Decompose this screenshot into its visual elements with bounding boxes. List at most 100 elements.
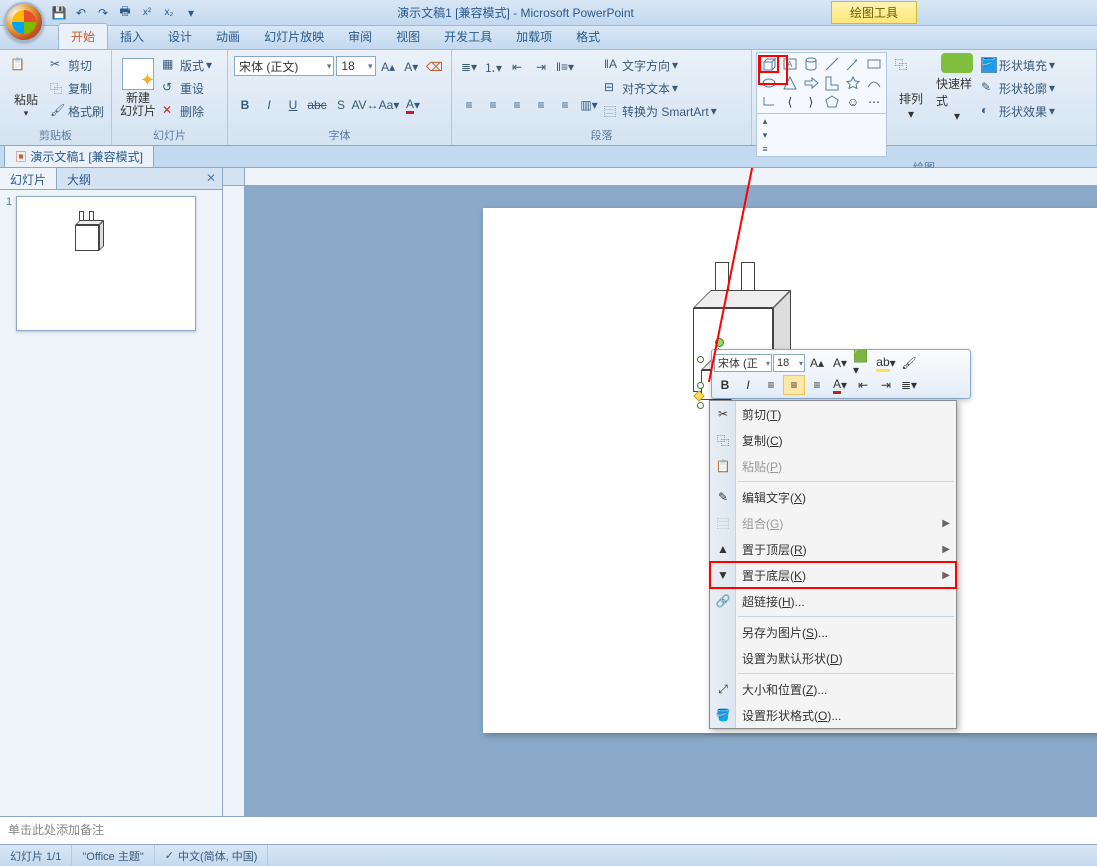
text-direction-button[interactable]: ‖A文字方向▾ bbox=[604, 54, 717, 76]
shape-lshape[interactable] bbox=[822, 74, 842, 92]
align-left-button[interactable]: ≡ bbox=[458, 94, 480, 116]
shapes-down[interactable]: ▾ bbox=[757, 128, 773, 142]
shape-star[interactable] bbox=[843, 74, 863, 92]
italic-button[interactable]: I bbox=[258, 94, 280, 116]
sel-handle-sw[interactable] bbox=[697, 402, 704, 409]
qat-sub[interactable]: x₂ bbox=[160, 4, 178, 22]
distribute-button[interactable]: ≡ bbox=[554, 94, 576, 116]
tab-format[interactable]: 格式 bbox=[564, 24, 612, 49]
qat-redo[interactable]: ↷ bbox=[94, 4, 112, 22]
delete-button[interactable]: ✕删除 bbox=[162, 100, 212, 122]
ctx-设置为默认形状[interactable]: 设置为默认形状(D) bbox=[710, 645, 956, 671]
mini-style[interactable]: 🟩▾ bbox=[852, 353, 874, 373]
bold-button[interactable]: B bbox=[234, 94, 256, 116]
qat-more[interactable]: ▾ bbox=[182, 4, 200, 22]
tab-review[interactable]: 审阅 bbox=[336, 24, 384, 49]
mini-indent-dec[interactable]: ⇤ bbox=[852, 375, 874, 395]
mini-highlight[interactable]: ab▾ bbox=[875, 353, 897, 373]
shape-brace[interactable]: ⟨ bbox=[780, 93, 800, 111]
mini-grow-font[interactable]: A▴ bbox=[806, 353, 828, 373]
shape-more[interactable]: ⋯ bbox=[864, 93, 884, 111]
qat-print[interactable]: 🖶 bbox=[116, 4, 134, 22]
shrink-font-button[interactable]: A▾ bbox=[401, 56, 422, 78]
convert-smartart-button[interactable]: ⿳转换为 SmartArt▾ bbox=[604, 100, 717, 122]
shape-rect[interactable] bbox=[864, 55, 884, 73]
font-size-combo[interactable]: 18 bbox=[336, 56, 375, 76]
thumbnail-1[interactable]: 1 bbox=[6, 196, 216, 331]
font-name-combo[interactable]: 宋体 (正文) bbox=[234, 56, 334, 76]
ctx-复制[interactable]: ⿻复制(C) bbox=[710, 427, 956, 453]
shape-cylinder[interactable] bbox=[801, 55, 821, 73]
tab-view[interactable]: 视图 bbox=[384, 24, 432, 49]
mini-italic[interactable]: I bbox=[737, 375, 759, 395]
layout-button[interactable]: ▦版式▾ bbox=[162, 54, 212, 76]
tab-slideshow[interactable]: 幻灯片放映 bbox=[252, 24, 336, 49]
shape-line[interactable] bbox=[822, 55, 842, 73]
justify-button[interactable]: ≡ bbox=[530, 94, 552, 116]
mini-font-color[interactable]: A▾ bbox=[829, 375, 851, 395]
align-text-button[interactable]: ⊟对齐文本▾ bbox=[604, 77, 717, 99]
ctx-设置形状格式[interactable]: 🪣设置形状格式(O)... bbox=[710, 702, 956, 728]
qat-save[interactable]: 💾 bbox=[50, 4, 68, 22]
mini-indent-inc[interactable]: ⇥ bbox=[875, 375, 897, 395]
ctx-剪切[interactable]: ✂剪切(T) bbox=[710, 401, 956, 427]
qat-undo[interactable]: ↶ bbox=[72, 4, 90, 22]
grow-font-button[interactable]: A▴ bbox=[378, 56, 399, 78]
shape-brace2[interactable]: ⟩ bbox=[801, 93, 821, 111]
shape-elbow[interactable] bbox=[759, 93, 779, 111]
tab-insert[interactable]: 插入 bbox=[108, 24, 156, 49]
strike-button[interactable]: abc bbox=[306, 94, 328, 116]
tab-home[interactable]: 开始 bbox=[58, 23, 108, 49]
char-spacing-button[interactable]: AV↔ bbox=[354, 94, 376, 116]
align-center-button[interactable]: ≡ bbox=[482, 94, 504, 116]
font-color-button[interactable]: A▾ bbox=[402, 94, 424, 116]
shape-arrow-line[interactable] bbox=[843, 55, 863, 73]
shadow-button[interactable]: S bbox=[330, 94, 352, 116]
office-button[interactable] bbox=[4, 2, 44, 42]
shape-pentagon[interactable] bbox=[822, 93, 842, 111]
ctx-编辑文字[interactable]: ✎编辑文字(X) bbox=[710, 484, 956, 510]
shapes-more[interactable]: ≡ bbox=[757, 142, 773, 156]
tab-outline[interactable]: 大纲 bbox=[57, 168, 101, 189]
ctx-大小和位置[interactable]: ⤢大小和位置(Z)... bbox=[710, 676, 956, 702]
shape-effects-button[interactable]: ◐形状效果▾ bbox=[981, 100, 1055, 122]
mini-align-right[interactable]: ≡ bbox=[806, 375, 828, 395]
align-right-button[interactable]: ≡ bbox=[506, 94, 528, 116]
columns-button[interactable]: ▥▾ bbox=[578, 94, 600, 116]
shapes-up[interactable]: ▴ bbox=[757, 114, 773, 128]
sel-handle-w[interactable] bbox=[697, 382, 704, 389]
mini-bold[interactable]: B bbox=[714, 375, 736, 395]
mini-align-left[interactable]: ≡ bbox=[760, 375, 782, 395]
rotation-handle[interactable] bbox=[715, 338, 724, 347]
quick-styles-button[interactable]: 快速样式▾ bbox=[935, 52, 979, 124]
notes-pane[interactable]: 单击此处添加备注 bbox=[0, 816, 1097, 844]
clear-format-button[interactable]: ⌫ bbox=[424, 56, 445, 78]
shape-outline-button[interactable]: ✎形状轮廓▾ bbox=[981, 77, 1055, 99]
sel-handle-nw[interactable] bbox=[697, 356, 704, 363]
ctx-置于底层[interactable]: ▼置于底层(K)▶ bbox=[710, 562, 956, 588]
status-language[interactable]: ✓中文(简体, 中国) bbox=[155, 845, 269, 866]
paste-button[interactable]: 📋 粘贴▾ bbox=[4, 52, 48, 124]
mini-shrink-font[interactable]: A▾ bbox=[829, 353, 851, 373]
tab-design[interactable]: 设计 bbox=[156, 24, 204, 49]
tab-animation[interactable]: 动画 bbox=[204, 24, 252, 49]
reset-button[interactable]: ↺重设 bbox=[162, 77, 212, 99]
copy-button[interactable]: ⿻复制 bbox=[50, 77, 104, 99]
indent-inc-button[interactable]: ⇥ bbox=[530, 56, 552, 78]
change-case-button[interactable]: Aa▾ bbox=[378, 94, 400, 116]
tab-developer[interactable]: 开发工具 bbox=[432, 24, 504, 49]
doc-tab[interactable]: ▣ 演示文稿1 [兼容模式] bbox=[4, 145, 154, 167]
shape-smile[interactable]: ☺ bbox=[843, 93, 863, 111]
ctx-另存为图片[interactable]: 另存为图片(S)... bbox=[710, 619, 956, 645]
mini-font-name[interactable]: 宋体 (正 bbox=[714, 354, 772, 372]
line-spacing-button[interactable]: ‖≡▾ bbox=[554, 56, 576, 78]
underline-button[interactable]: U bbox=[282, 94, 304, 116]
cut-button[interactable]: ✂剪切 bbox=[50, 54, 104, 76]
ctx-超链接[interactable]: 🔗超链接(H)... bbox=[710, 588, 956, 614]
ctx-置于顶层[interactable]: ▲置于顶层(R)▶ bbox=[710, 536, 956, 562]
mini-bullets[interactable]: ≣▾ bbox=[898, 375, 920, 395]
mini-align-center[interactable]: ≡ bbox=[783, 375, 805, 395]
side-panel-close[interactable]: ✕ bbox=[200, 168, 222, 189]
shape-arrow-right[interactable] bbox=[801, 74, 821, 92]
numbering-button[interactable]: ⒈▾ bbox=[482, 56, 504, 78]
